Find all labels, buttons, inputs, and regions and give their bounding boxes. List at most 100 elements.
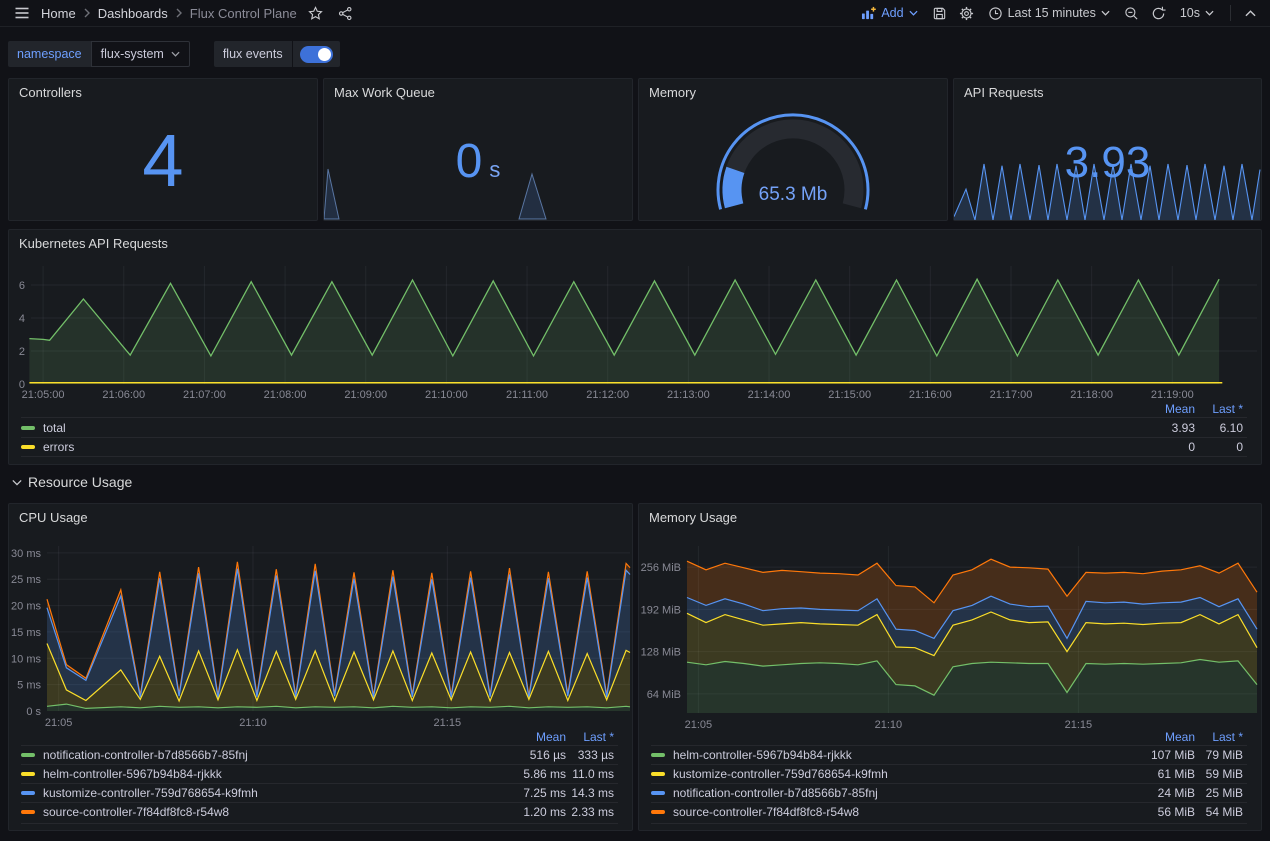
chevron-down-icon — [909, 10, 918, 16]
series-swatch — [21, 426, 35, 430]
svg-text:0 s: 0 s — [26, 706, 41, 718]
chevron-down-icon — [12, 479, 22, 486]
panel-title-kubernetes-api-requests[interactable]: Kubernetes API Requests — [19, 236, 168, 251]
favorite-star-icon[interactable] — [304, 4, 327, 23]
panel-title-max-work-queue[interactable]: Max Work Queue — [334, 85, 435, 100]
legend-mean-header[interactable]: Mean — [1131, 402, 1195, 416]
svg-text:0: 0 — [19, 379, 25, 391]
dashboard-variables-row: namespace flux-system flux events — [8, 41, 340, 67]
svg-text:21:16:00: 21:16:00 — [909, 389, 952, 401]
panel-title-memory[interactable]: Memory — [649, 85, 696, 100]
cpu-usage-panel: CPU Usage 21:05 21:10 21:15 0 s 5 ms 10 ms 15 … — [8, 503, 633, 831]
namespace-variable: namespace flux-system — [8, 41, 190, 67]
chevron-down-icon — [1205, 10, 1214, 16]
api-requests-panel: API Requests 3.93 — [953, 78, 1262, 221]
svg-text:15 ms: 15 ms — [11, 627, 41, 639]
kubernetes-api-requests-chart[interactable]: 21:05:0021:06:0021:07:0021:08:0021:09:00… — [9, 230, 1261, 402]
svg-text:21:11:00: 21:11:00 — [506, 389, 548, 401]
namespace-variable-label: namespace — [8, 41, 91, 67]
panel-title-controllers[interactable]: Controllers — [19, 85, 82, 100]
controllers-stat-value: 4 — [9, 79, 317, 220]
legend-row: notification-controller-b7d8566b7-85fnj … — [651, 783, 1247, 802]
series-swatch — [21, 445, 35, 449]
legend-row: kustomize-controller-759d768654-k9fmh 7.… — [21, 783, 618, 802]
series-swatch — [651, 810, 665, 814]
share-icon[interactable] — [334, 4, 357, 23]
max-work-queue-panel: Max Work Queue 0s — [323, 78, 633, 221]
legend-row-total: total 3.93 6.10 — [21, 417, 1247, 437]
series-swatch — [21, 753, 35, 757]
legend-mean-header[interactable]: Mean — [502, 730, 566, 744]
legend-row: kustomize-controller-759d768654-k9fmh 61… — [651, 764, 1247, 783]
svg-text:128 MiB: 128 MiB — [641, 647, 681, 659]
memory-usage-chart[interactable]: 21:0521:1021:1564 MiB128 MiB192 MiB256 M… — [639, 504, 1261, 730]
memory-usage-panel: Memory Usage 21:0521:1021:1564 MiB128 Mi… — [638, 503, 1262, 831]
add-button[interactable]: Add — [855, 3, 923, 23]
series-swatch — [21, 772, 35, 776]
memory-legend: Mean Last * helm-controller-5967b94b84-r… — [651, 730, 1247, 821]
refresh-icon[interactable] — [1147, 4, 1170, 23]
svg-text:21:10: 21:10 — [239, 717, 267, 729]
series-swatch — [651, 791, 665, 795]
legend-row-errors: errors 0 0 — [21, 437, 1247, 457]
flux-events-toggle[interactable] — [293, 41, 340, 67]
svg-text:20 ms: 20 ms — [11, 601, 41, 613]
svg-text:4: 4 — [19, 313, 25, 325]
legend-last-header[interactable]: Last * — [1195, 730, 1243, 744]
chevron-down-icon — [171, 51, 180, 57]
namespace-variable-value[interactable]: flux-system — [91, 41, 190, 67]
settings-gear-icon[interactable] — [955, 4, 978, 23]
refresh-interval-dropdown[interactable]: 10s — [1174, 3, 1220, 23]
panel-title-memory-usage[interactable]: Memory Usage — [649, 510, 737, 525]
series-swatch — [21, 791, 35, 795]
svg-text:256 MiB: 256 MiB — [641, 562, 681, 574]
svg-text:192 MiB: 192 MiB — [641, 604, 681, 616]
section-title: Resource Usage — [28, 474, 132, 490]
controllers-panel: Controllers 4 — [8, 78, 318, 221]
breadcrumb-home[interactable]: Home — [41, 6, 76, 21]
svg-text:21:07:00: 21:07:00 — [183, 389, 226, 401]
legend-row: helm-controller-5967b94b84-rjkkk 107 MiB… — [651, 745, 1247, 764]
k8s-legend: Mean Last * total 3.93 6.10 errors 0 0 — [21, 402, 1247, 457]
legend-last-header[interactable]: Last * — [1195, 402, 1243, 416]
svg-text:30 ms: 30 ms — [11, 548, 41, 560]
chevron-down-icon — [1101, 10, 1110, 16]
svg-text:21:15: 21:15 — [1065, 719, 1093, 730]
divider — [1230, 5, 1231, 21]
legend-mean-header[interactable]: Mean — [1131, 730, 1195, 744]
svg-text:21:15: 21:15 — [434, 717, 462, 729]
svg-text:21:13:00: 21:13:00 — [667, 389, 710, 401]
save-dashboard-icon[interactable] — [928, 4, 951, 23]
panel-title-api-requests[interactable]: API Requests — [964, 85, 1044, 100]
memory-gauge-panel: Memory 65.3 Mb — [638, 78, 948, 221]
legend-last-header[interactable]: Last * — [566, 730, 614, 744]
divider — [21, 823, 618, 824]
collapse-toolbar-icon[interactable] — [1241, 8, 1260, 19]
cpu-legend: Mean Last * notification-controller-b7d8… — [21, 730, 618, 821]
series-swatch — [651, 753, 665, 757]
svg-text:21:05: 21:05 — [45, 717, 73, 729]
svg-text:21:08:00: 21:08:00 — [264, 389, 307, 401]
svg-text:5 ms: 5 ms — [17, 680, 41, 692]
flux-events-control: flux events — [214, 41, 340, 67]
zoom-out-icon[interactable] — [1120, 4, 1143, 23]
legend-row: notification-controller-b7d8566b7-85fnj … — [21, 745, 618, 764]
top-nav-bar: Home Dashboards Flux Control Plane Add — [0, 0, 1270, 27]
time-range-picker[interactable]: Last 15 minutes — [982, 3, 1116, 24]
svg-text:25 ms: 25 ms — [11, 574, 41, 586]
resource-usage-section-toggle[interactable]: Resource Usage — [12, 474, 132, 490]
svg-text:21:05: 21:05 — [685, 719, 713, 730]
panel-title-cpu-usage[interactable]: CPU Usage — [19, 510, 88, 525]
menu-toggle-icon[interactable] — [10, 3, 34, 23]
divider — [651, 823, 1247, 824]
legend-row: helm-controller-5967b94b84-rjkkk 5.86 ms… — [21, 764, 618, 783]
svg-text:2: 2 — [19, 346, 25, 358]
svg-text:21:10:00: 21:10:00 — [425, 389, 468, 401]
svg-text:10 ms: 10 ms — [11, 653, 41, 665]
cpu-usage-chart[interactable]: 21:05 21:10 21:15 0 s 5 ms 10 ms 15 ms 20 ms 25 … — [9, 504, 632, 730]
breadcrumb-dashboards[interactable]: Dashboards — [98, 6, 168, 21]
memory-gauge-value: 65.3 Mb — [639, 184, 947, 206]
svg-text:21:19:00: 21:19:00 — [1151, 389, 1194, 401]
queue-stat-value: 0s — [324, 79, 632, 220]
svg-text:21:09:00: 21:09:00 — [344, 389, 387, 401]
